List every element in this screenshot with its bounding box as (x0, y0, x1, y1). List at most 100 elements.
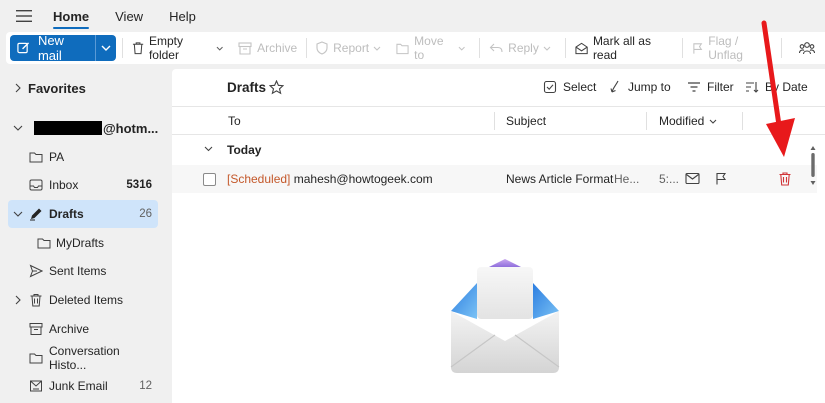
inbox-icon (29, 179, 43, 191)
select-label: Select (563, 80, 597, 94)
toolbar-divider (564, 38, 566, 58)
sidebar-item-sent[interactable]: Sent Items (8, 257, 158, 285)
sidebar-item-label: MyDrafts (56, 236, 104, 250)
sidebar-item-inbox[interactable]: Inbox 5316 (8, 171, 158, 199)
archive-icon (238, 41, 252, 55)
sidebar-item-drafts[interactable]: Drafts 26 (8, 200, 158, 228)
flag-icon (693, 42, 703, 54)
empty-folder-label: Empty folder (148, 34, 183, 62)
chevron-down-icon (458, 46, 465, 51)
sidebar-item-label: Inbox (49, 178, 79, 192)
row-select-checkbox[interactable] (203, 172, 216, 186)
column-header-modified[interactable]: Modified (659, 114, 704, 128)
chevron-down-icon (204, 146, 213, 152)
sidebar-item-archive[interactable]: Archive (8, 315, 158, 343)
mark-all-read-label: Mark all as read (592, 34, 651, 62)
redacted-account-name (34, 121, 102, 135)
tab-home[interactable]: Home (53, 0, 90, 32)
archive-icon (29, 323, 43, 335)
sidebar-item-junk[interactable]: Junk Email 12 (8, 372, 158, 400)
sidebar-item-mydrafts[interactable]: MyDrafts (8, 229, 158, 257)
reply-label: Reply (508, 41, 539, 55)
toolbar-divider (306, 38, 308, 58)
column-headers: To Subject Modified (172, 107, 825, 135)
new-mail-split-button: New mail (10, 35, 116, 61)
sidebar-item-label: PA (49, 150, 65, 164)
archive-button[interactable]: Archive (233, 35, 302, 61)
star-favorite-icon[interactable] (269, 80, 284, 95)
new-mail-dropdown[interactable] (95, 35, 116, 61)
chevron-right-icon (15, 83, 21, 93)
chevron-down-icon (543, 46, 551, 51)
folder-pane: Favorites @hotm... PA Inbox 5316 Drafts (0, 64, 166, 403)
jump-to-button[interactable]: Jump to (610, 80, 671, 94)
sidebar-item-label: Deleted Items (49, 293, 124, 307)
move-to-button[interactable]: Move to (391, 34, 475, 62)
message-subject: News Article Format (506, 172, 614, 186)
column-divider[interactable] (742, 112, 743, 130)
archive-label: Archive (257, 41, 298, 55)
pencil-icon (30, 208, 42, 221)
new-mail-button[interactable]: New mail (10, 35, 96, 61)
filter-icon (688, 82, 700, 92)
chevron-right-icon (15, 295, 21, 305)
tab-view[interactable]: View (115, 0, 143, 32)
people-group-icon (798, 42, 815, 55)
filter-label: Filter (707, 80, 734, 94)
message-recipient: [Scheduled] mahesh@howtogeek.com (227, 172, 433, 186)
vertical-scrollbar[interactable] (809, 141, 817, 261)
item-count: 12 (139, 380, 152, 392)
message-row[interactable]: [Scheduled] mahesh@howtogeek.com News Ar… (172, 165, 817, 193)
send-icon (29, 264, 43, 278)
mark-all-read-button[interactable]: Mark all as read (570, 34, 678, 62)
tab-help[interactable]: Help (169, 0, 196, 32)
junk-icon (30, 380, 42, 392)
flag-icon[interactable] (715, 172, 727, 185)
favorites-header[interactable]: Favorites (8, 74, 158, 102)
column-header-subject[interactable]: Subject (506, 114, 546, 128)
message-list-header: Drafts Select Jump to Filter By Date (172, 69, 825, 107)
envelope-icon[interactable] (685, 172, 700, 185)
empty-mailbox-illustration (450, 259, 560, 373)
compose-icon (17, 42, 30, 54)
report-button[interactable]: Report (311, 35, 391, 61)
chevron-down-icon (373, 46, 381, 51)
folder-icon (37, 238, 51, 249)
delete-trash-icon[interactable] (778, 171, 792, 186)
trash-icon (30, 294, 42, 307)
shield-icon (316, 41, 328, 55)
new-mail-label: New mail (37, 35, 64, 61)
reply-button[interactable]: Reply (484, 35, 561, 61)
hamburger-menu-icon[interactable] (16, 9, 34, 23)
scheduled-tag: [Scheduled] (227, 172, 291, 186)
report-label: Report (333, 41, 370, 55)
account-email-suffix: @hotm... (103, 120, 159, 136)
group-header-today[interactable]: Today (172, 135, 825, 163)
toolbar-divider (479, 38, 481, 58)
empty-folder-button[interactable]: Empty folder (127, 34, 233, 62)
item-count: 26 (139, 208, 152, 220)
sidebar-item-pa[interactable]: PA (8, 143, 158, 171)
trash-icon (132, 42, 144, 55)
column-header-to[interactable]: To (228, 114, 241, 128)
sidebar-item-label: Sent Items (49, 264, 107, 278)
sidebar-item-conversation-history[interactable]: Conversation Histo... (8, 344, 158, 372)
chevron-down-icon (101, 45, 111, 51)
envelope-open-icon (575, 42, 588, 54)
sidebar-item-label: Conversation Histo... (49, 344, 120, 372)
jump-arrow-icon (610, 80, 619, 93)
favorites-label: Favorites (28, 80, 86, 96)
sidebar-item-deleted[interactable]: Deleted Items (8, 286, 158, 314)
folder-move-icon (396, 43, 409, 54)
message-preview: He... (614, 172, 640, 186)
chevron-down-icon (709, 119, 717, 124)
column-divider[interactable] (646, 112, 647, 130)
recipient-address: mahesh@howtogeek.com (293, 172, 433, 186)
toolbar-divider (121, 38, 123, 58)
toolbar-divider (682, 38, 683, 58)
jump-to-label: Jump to (628, 80, 671, 94)
account-header[interactable]: @hotm... (8, 114, 158, 142)
filter-button[interactable]: Filter (687, 80, 734, 94)
select-button[interactable]: Select (543, 80, 596, 94)
column-divider[interactable] (494, 112, 495, 130)
